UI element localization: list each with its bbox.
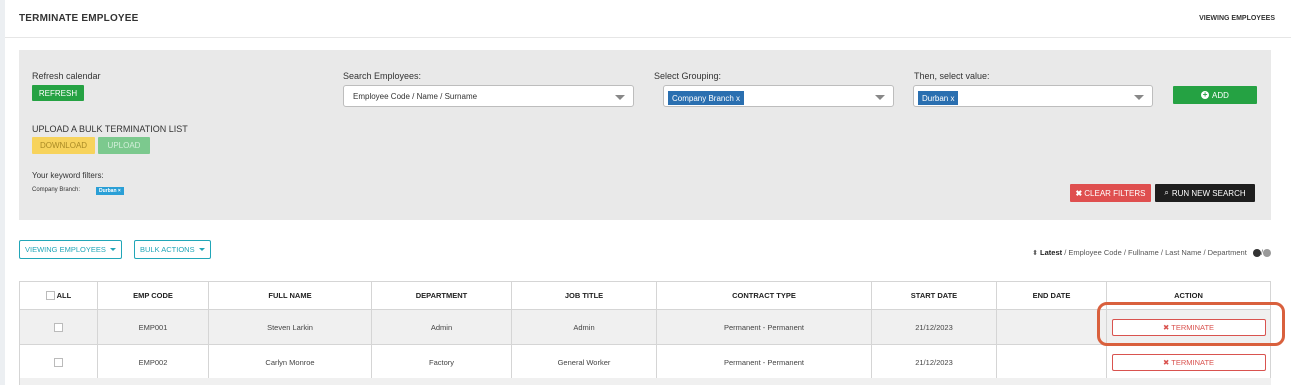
filter-panel: Refresh calendar REFRESH Search Employee…: [19, 50, 1271, 220]
emp-code-cell: EMP001: [97, 309, 209, 345]
upload-button[interactable]: UPLOAD: [98, 137, 150, 154]
col-start-date: START DATE: [871, 281, 997, 310]
header-viewing-label: VIEWING EMPLOYEES: [1199, 15, 1275, 22]
col-all-label: ALL: [56, 290, 72, 300]
grouping-label: Select Grouping:: [654, 71, 722, 81]
full-name-cell: Carlyn Monroe: [208, 344, 372, 380]
job-title-cell: Admin: [511, 309, 657, 345]
col-full-name: FULL NAME: [208, 281, 372, 310]
end-date-cell: [996, 309, 1107, 345]
bulk-upload-label: UPLOAD A BULK TERMINATION LIST: [32, 124, 188, 134]
page-title: TERMINATE EMPLOYEE: [19, 13, 139, 24]
sort-icon: ⬍: [1032, 250, 1038, 257]
table-header-row: ALL EMP CODE FULL NAME DEPARTMENT JOB TI…: [19, 281, 1271, 310]
grouping-select[interactable]: Company Branch x: [663, 85, 894, 107]
table-next-row-edge: [19, 378, 1271, 385]
full-name-cell: Steven Larkin: [208, 309, 372, 345]
search-label: Search Employees:: [343, 71, 422, 81]
keyword-filter-tag[interactable]: Durban ×: [96, 187, 124, 195]
col-all[interactable]: ALL: [19, 281, 98, 310]
job-title-cell: General Worker: [511, 344, 657, 380]
bulk-actions-dropdown[interactable]: BULK ACTIONS: [134, 240, 211, 259]
table-row: EMP002 Carlyn Monroe Factory General Wor…: [19, 344, 1271, 380]
sort-latest[interactable]: Latest: [1040, 248, 1062, 257]
search-select-value: Employee Code / Name / Surname: [353, 92, 478, 101]
col-job-title: JOB TITLE: [511, 281, 657, 310]
grouping-tag[interactable]: Company Branch x: [668, 91, 745, 105]
department-cell: Admin: [371, 309, 512, 345]
emp-code-cell: EMP002: [97, 344, 209, 380]
chevron-down-icon: [109, 248, 116, 251]
employees-table: ALL EMP CODE FULL NAME DEPARTMENT JOB TI…: [19, 281, 1271, 380]
terminate-label: TERMINATE: [1171, 357, 1215, 367]
refresh-button[interactable]: REFRESH: [32, 85, 84, 101]
select-all-checkbox[interactable]: [45, 291, 55, 301]
row-checkbox[interactable]: [54, 357, 63, 367]
keyword-filters-label: Your keyword filters:: [32, 171, 104, 180]
clear-filters-button[interactable]: ✖ CLEAR FILTERS: [1070, 184, 1151, 202]
col-contract-type: CONTRACT TYPE: [656, 281, 872, 310]
add-button-label: ADD: [1212, 90, 1229, 100]
end-date-cell: [996, 344, 1107, 380]
search-select[interactable]: Employee Code / Name / Surname: [343, 85, 634, 107]
viewing-employees-label: VIEWING EMPLOYEES: [25, 245, 106, 254]
add-button[interactable]: + ADD: [1173, 86, 1257, 104]
sort-asc-icon[interactable]: [1263, 249, 1271, 258]
clear-filters-label: CLEAR FILTERS: [1084, 188, 1146, 198]
viewing-employees-dropdown[interactable]: VIEWING EMPLOYEES: [19, 240, 122, 259]
start-date-cell: 21/12/2023: [871, 309, 997, 345]
highlight-annotation: [1097, 302, 1285, 346]
col-department: DEPARTMENT: [371, 281, 512, 310]
download-button[interactable]: DOWNLOAD: [32, 137, 95, 154]
department-cell: Factory: [371, 344, 512, 380]
start-date-cell: 21/12/2023: [871, 344, 997, 380]
run-new-search-button[interactable]: ⌕ RUN NEW SEARCH: [1155, 184, 1255, 202]
col-end-date: END DATE: [996, 281, 1107, 310]
value-select[interactable]: Durban x: [913, 85, 1153, 107]
row-checkbox-cell: [19, 344, 98, 380]
value-tag[interactable]: Durban x: [918, 91, 959, 105]
run-new-search-label: RUN NEW SEARCH: [1171, 188, 1246, 198]
col-emp-code: EMP CODE: [97, 281, 209, 310]
action-cell: ✖ TERMINATE: [1106, 344, 1271, 380]
refresh-label: Refresh calendar: [32, 71, 101, 81]
plus-circle-icon: +: [1201, 90, 1210, 99]
row-checkbox-cell: [19, 309, 98, 345]
value-label: Then, select value:: [914, 71, 990, 81]
search-list-icon: ⌕: [1164, 188, 1169, 197]
page-header: TERMINATE EMPLOYEE VIEWING EMPLOYEES: [5, 0, 1291, 38]
close-icon: ✖: [1162, 357, 1170, 367]
page: TERMINATE EMPLOYEE VIEWING EMPLOYEES Ref…: [0, 0, 1291, 385]
sort-bar: ⬍ Latest / Employee Code / Fullname / La…: [1032, 248, 1271, 258]
chevron-down-icon: [198, 248, 205, 251]
terminate-button[interactable]: ✖ TERMINATE: [1111, 353, 1266, 371]
keyword-filter-key: Company Branch:: [32, 187, 81, 193]
row-checkbox[interactable]: [54, 322, 63, 332]
contract-type-cell: Permanent - Permanent: [656, 309, 872, 345]
chevron-down-icon: [875, 95, 885, 100]
bulk-actions-label: BULK ACTIONS: [140, 245, 195, 254]
sort-desc-icon[interactable]: [1252, 249, 1261, 258]
chevron-down-icon: [615, 95, 625, 100]
chevron-down-icon: [1134, 95, 1144, 100]
close-icon: ✖: [1075, 188, 1083, 198]
table-row: EMP001 Steven Larkin Admin Admin Permane…: [19, 309, 1271, 345]
sort-options[interactable]: / Employee Code / Fullname / Last Name /…: [1064, 248, 1247, 257]
contract-type-cell: Permanent - Permanent: [656, 344, 872, 380]
